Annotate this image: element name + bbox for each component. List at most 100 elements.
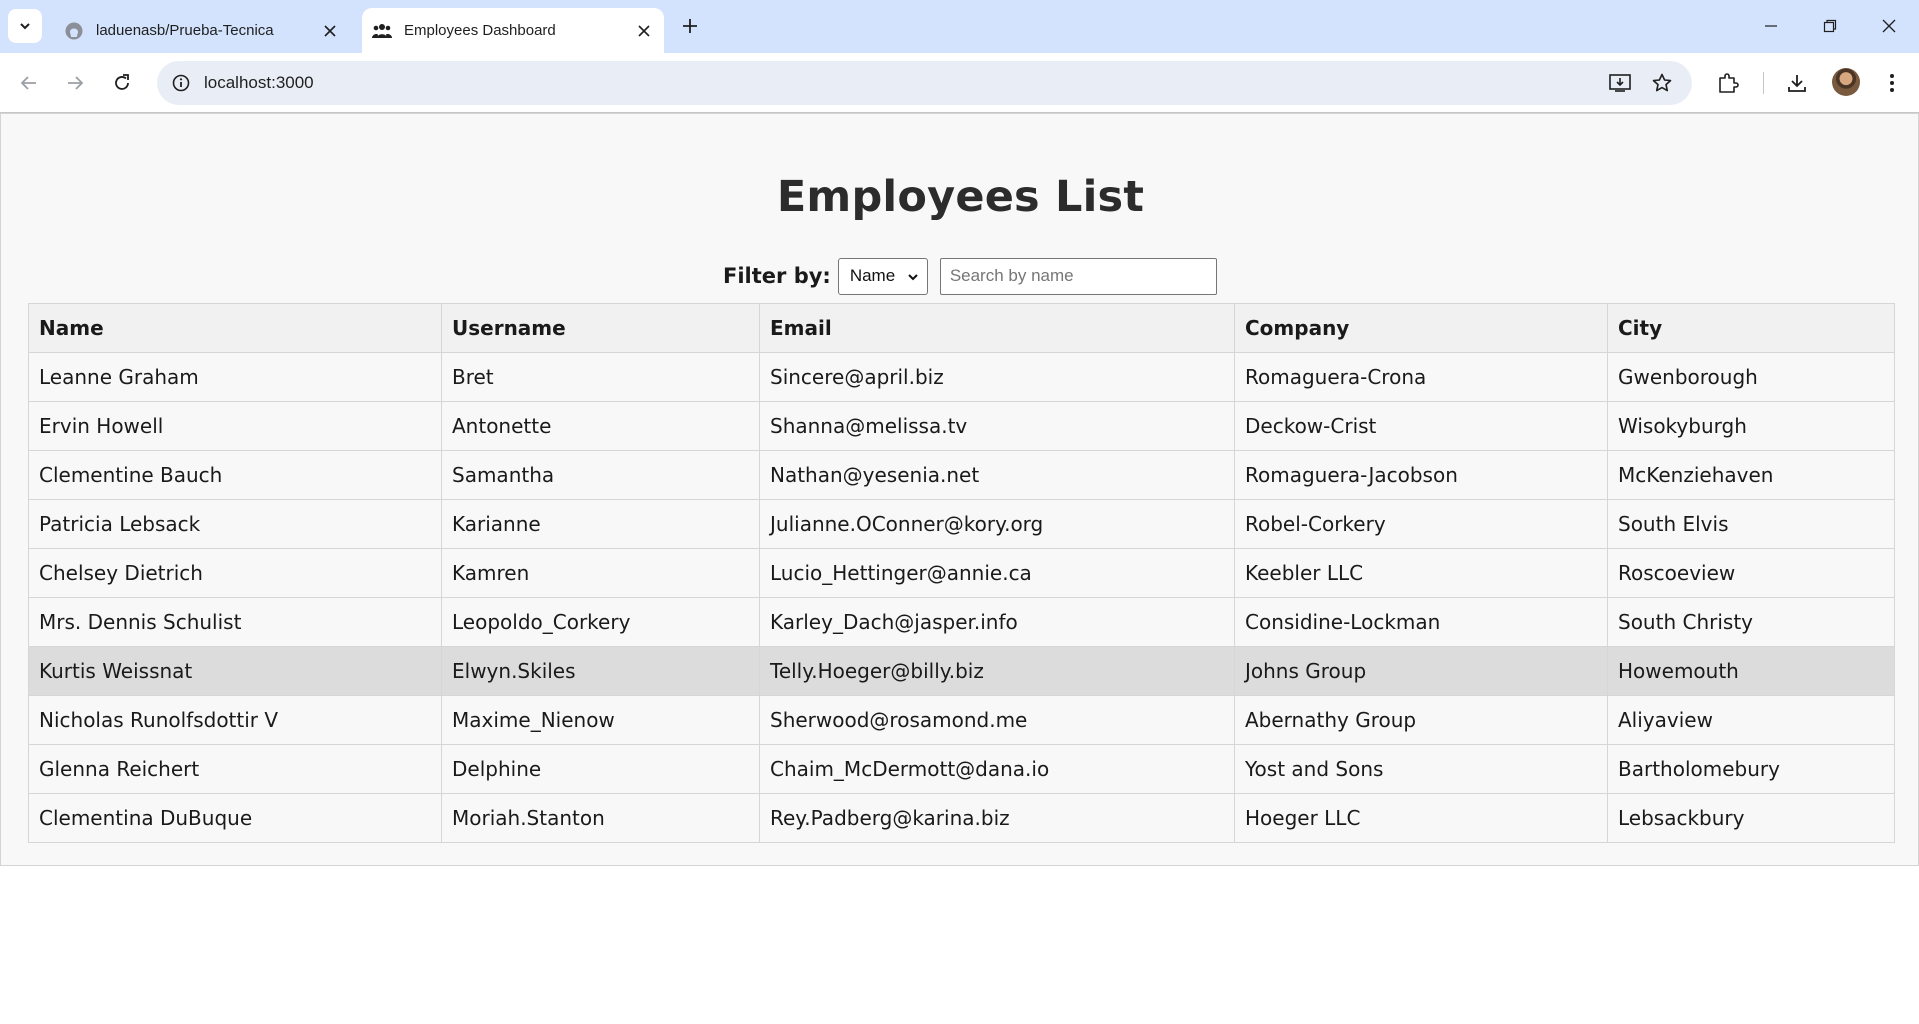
cell-name: Kurtis Weissnat	[28, 646, 442, 696]
downloads-icon[interactable]	[1779, 65, 1815, 101]
cell-city: South Christy	[1607, 597, 1895, 647]
filter-select-value: Name	[849, 266, 896, 285]
cell-name: Glenna Reichert	[28, 744, 442, 794]
cell-company: Yost and Sons	[1234, 744, 1608, 794]
reload-button[interactable]	[104, 65, 140, 101]
tab-github[interactable]: laduenasb/Prueba-Tecnica	[60, 8, 350, 53]
cell-email: Nathan@yesenia.net	[759, 450, 1235, 500]
search-input[interactable]	[939, 257, 1217, 295]
address-bar[interactable]: localhost:3000	[157, 61, 1692, 105]
cell-city: Gwenborough	[1607, 352, 1895, 402]
cell-username: Delphine	[441, 744, 760, 794]
minimize-button[interactable]	[1742, 0, 1800, 52]
tab-search-button[interactable]	[8, 9, 42, 43]
cell-username: Samantha	[441, 450, 760, 500]
column-header-email[interactable]: Email	[759, 303, 1235, 353]
cell-email: Sherwood@rosamond.me	[759, 695, 1235, 745]
cell-name: Ervin Howell	[28, 401, 442, 451]
bookmark-star-icon[interactable]	[1648, 69, 1676, 97]
url-text: localhost:3000	[204, 73, 314, 92]
table-row[interactable]: Mrs. Dennis Schulist Leopoldo_Corkery Karl…	[28, 597, 1895, 647]
close-icon	[1882, 19, 1896, 33]
extensions-icon[interactable]	[1710, 65, 1746, 101]
cell-name: Mrs. Dennis Schulist	[28, 597, 442, 647]
column-header-city[interactable]: City	[1607, 303, 1895, 353]
cell-username: Kamren	[441, 548, 760, 598]
menu-icon[interactable]	[1874, 65, 1910, 101]
cell-city: South Elvis	[1607, 499, 1895, 549]
cell-email: Lucio_Hettinger@annie.ca	[759, 548, 1235, 598]
cell-username: Leopoldo_Corkery	[441, 597, 760, 647]
tab-strip: laduenasb/Prueba-Tecnica Employees Dashb…	[0, 0, 1919, 53]
table-row[interactable]: Clementina DuBuque Moriah.Stanton Rey.Padb…	[28, 793, 1895, 843]
arrow-right-icon	[68, 76, 84, 90]
table-row[interactable]: Kurtis Weissnat Elwyn.Skiles Telly.Hoeger@…	[28, 646, 1895, 696]
close-window-button[interactable]	[1860, 0, 1918, 52]
table-row[interactable]: Patricia Lebsack Karianne Julianne.OConner…	[28, 499, 1895, 549]
new-tab-button[interactable]	[676, 12, 704, 40]
table-row[interactable]: Glenna Reichert Delphine Chaim_McDermott@d…	[28, 744, 1895, 794]
forward-button[interactable]	[57, 65, 93, 101]
install-app-icon[interactable]	[1606, 69, 1634, 97]
column-header-username[interactable]: Username	[441, 303, 760, 353]
minimize-icon	[1765, 25, 1777, 27]
cell-email: Shanna@melissa.tv	[759, 401, 1235, 451]
cell-username: Moriah.Stanton	[441, 793, 760, 843]
profile-avatar[interactable]	[1832, 68, 1860, 96]
cell-company: Keebler LLC	[1234, 548, 1608, 598]
filter-select[interactable]: Name	[837, 257, 928, 295]
plus-icon	[683, 19, 697, 33]
chevron-down-icon	[908, 273, 918, 280]
cell-username: Karianne	[441, 499, 760, 549]
cell-city: Roscoeview	[1607, 548, 1895, 598]
back-button[interactable]	[11, 65, 47, 101]
browser-toolbar: localhost:3000	[0, 53, 1919, 113]
page-content: Employees List Filter by: Name Name User…	[0, 113, 1919, 866]
tab-title: laduenasb/Prueba-Tecnica	[96, 22, 274, 39]
arrow-left-icon	[20, 76, 36, 90]
restore-button[interactable]	[1801, 0, 1859, 52]
chevron-down-icon	[20, 23, 30, 30]
cell-city: Howemouth	[1607, 646, 1895, 696]
cell-email: Rey.Padberg@karina.biz	[759, 793, 1235, 843]
column-header-company[interactable]: Company	[1234, 303, 1608, 353]
cell-city: Wisokyburgh	[1607, 401, 1895, 451]
people-icon	[372, 21, 392, 41]
cell-name: Clementine Bauch	[28, 450, 442, 500]
cell-city: Lebsackbury	[1607, 793, 1895, 843]
table-row[interactable]: Ervin Howell Antonette Shanna@melissa.tv De…	[28, 401, 1895, 451]
close-icon[interactable]	[630, 17, 658, 45]
reload-icon	[115, 74, 129, 90]
cell-company: Johns Group	[1234, 646, 1608, 696]
tab-title: Employees Dashboard	[404, 22, 556, 39]
cell-city: Aliyaview	[1607, 695, 1895, 745]
cell-username: Bret	[441, 352, 760, 402]
cell-username: Antonette	[441, 401, 760, 451]
cell-company: Deckow-Crist	[1234, 401, 1608, 451]
cell-email: Sincere@april.biz	[759, 352, 1235, 402]
table-row[interactable]: Nicholas Runolfsdottir V Maxime_Nienow She…	[28, 695, 1895, 745]
cell-name: Clementina DuBuque	[28, 793, 442, 843]
table-row[interactable]: Clementine Bauch Samantha Nathan@yesenia.n…	[28, 450, 1895, 500]
cell-username: Elwyn.Skiles	[441, 646, 760, 696]
tab-employees-dashboard[interactable]: Employees Dashboard	[362, 8, 664, 53]
cell-city: Bartholomebury	[1607, 744, 1895, 794]
table-header-row: Name Username Email Company City	[28, 303, 1895, 353]
close-icon[interactable]	[316, 17, 344, 45]
table-row[interactable]: Leanne Graham Bret Sincere@april.biz Romagu…	[28, 352, 1895, 402]
cell-username: Maxime_Nienow	[441, 695, 760, 745]
cell-name: Leanne Graham	[28, 352, 442, 402]
cell-email: Chaim_McDermott@dana.io	[759, 744, 1235, 794]
column-header-name[interactable]: Name	[28, 303, 442, 353]
table-row[interactable]: Chelsey Dietrich Kamren Lucio_Hettinger@an…	[28, 548, 1895, 598]
cell-company: Abernathy Group	[1234, 695, 1608, 745]
cell-company: Romaguera-Crona	[1234, 352, 1608, 402]
site-info-icon[interactable]	[167, 69, 195, 97]
restore-icon	[1823, 19, 1837, 33]
filter-label: Filter by:	[723, 264, 831, 288]
cell-company: Considine-Lockman	[1234, 597, 1608, 647]
filter-bar: Filter by: Name	[723, 257, 1217, 295]
cell-name: Patricia Lebsack	[28, 499, 442, 549]
cell-company: Romaguera-Jacobson	[1234, 450, 1608, 500]
cell-company: Hoeger LLC	[1234, 793, 1608, 843]
